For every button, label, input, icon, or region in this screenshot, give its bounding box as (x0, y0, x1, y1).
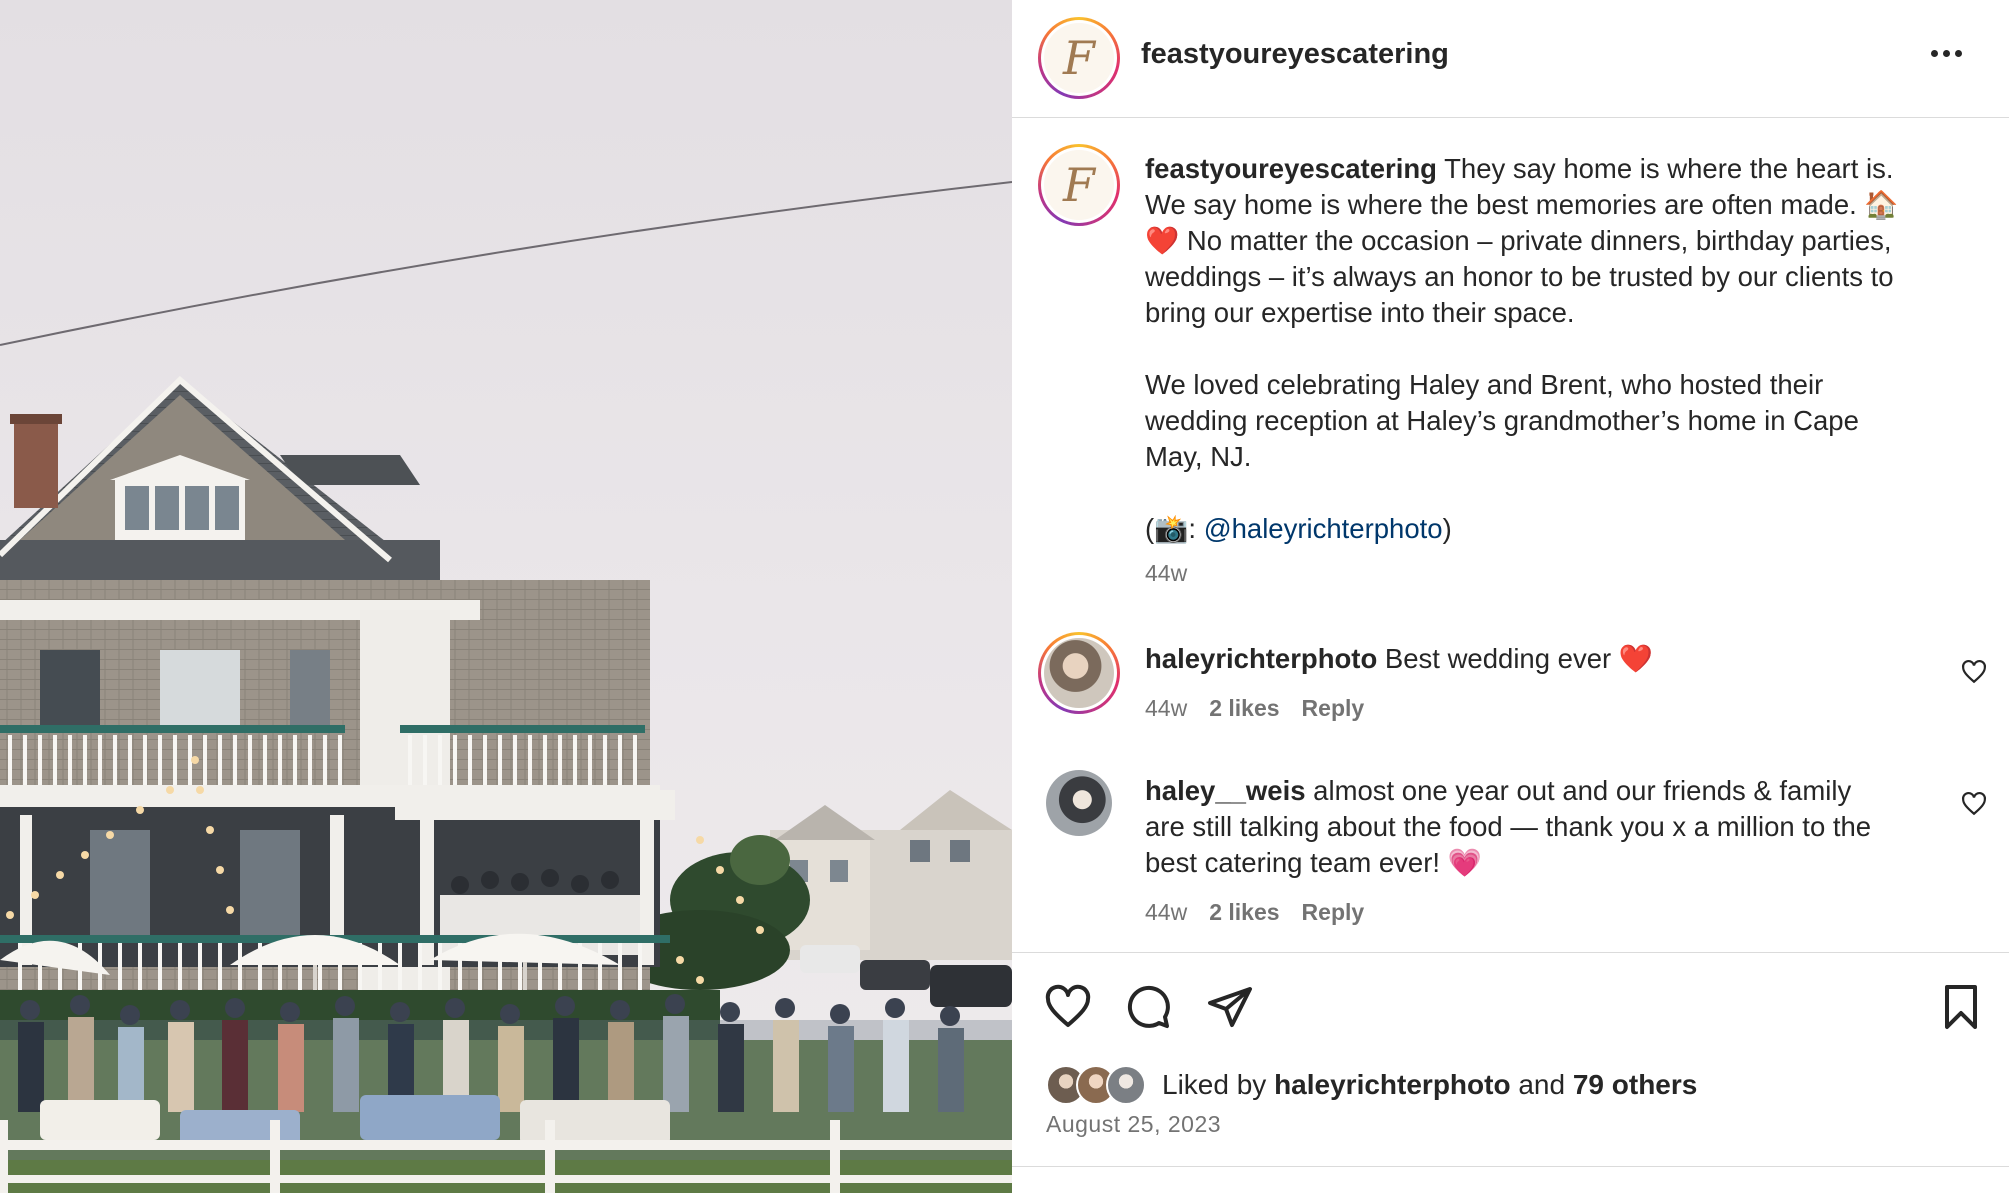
liker-avatars[interactable] (1046, 1063, 1154, 1107)
post-actions: Liked by haleyrichterphoto and 79 others… (1012, 952, 2009, 1168)
comment-avatar[interactable] (1046, 770, 1112, 836)
photographer-mention-link[interactable]: @haleyrichterphoto (1204, 513, 1443, 544)
bookmark-icon[interactable] (1937, 983, 1985, 1031)
caption-text: feastyoureyescatering They say home is w… (1145, 153, 1899, 586)
comment-username[interactable]: haleyrichterphoto (1145, 643, 1377, 674)
heart-icon[interactable] (1044, 983, 1092, 1031)
caption-age: 44w (1145, 560, 1188, 586)
comment-like-heart-icon[interactable] (1961, 659, 1987, 685)
caption-avatar[interactable]: F (1038, 144, 1120, 226)
liked-by-user-link[interactable]: haleyrichterphoto (1274, 1069, 1510, 1101)
divider (1012, 1166, 2009, 1167)
reply-button[interactable]: Reply (1302, 695, 1365, 721)
comment-icon[interactable] (1124, 983, 1172, 1031)
liked-by: Liked by haleyrichterphoto and 79 others (1046, 1063, 1697, 1107)
liked-by-others-link[interactable]: 79 others (1573, 1069, 1698, 1101)
comment-likes-link[interactable]: 2 likes (1209, 899, 1279, 925)
comment-username[interactable]: haley__weis (1145, 775, 1306, 806)
author-username[interactable]: feastyoureyescatering (1141, 38, 1449, 71)
comment-like-heart-icon[interactable] (1961, 791, 1987, 817)
author-logo: F (1063, 31, 1095, 85)
send-icon[interactable] (1206, 983, 1254, 1031)
more-horizontal-icon[interactable] (1931, 44, 1975, 72)
comment-avatar[interactable] (1038, 632, 1120, 714)
wedding-photo (0, 0, 1012, 1193)
post-photo[interactable] (0, 0, 1012, 1193)
post-details-panel: F feastyoureyescatering F feastyoureyesc… (1012, 0, 2009, 1193)
caption-username[interactable]: feastyoureyescatering (1145, 153, 1437, 184)
post-header: F feastyoureyescatering (1012, 0, 2009, 118)
reply-button[interactable]: Reply (1302, 899, 1365, 925)
comment-likes-link[interactable]: 2 likes (1209, 695, 1279, 721)
post-date[interactable]: August 25, 2023 (1046, 1111, 1221, 1138)
author-avatar[interactable]: F (1038, 17, 1120, 99)
